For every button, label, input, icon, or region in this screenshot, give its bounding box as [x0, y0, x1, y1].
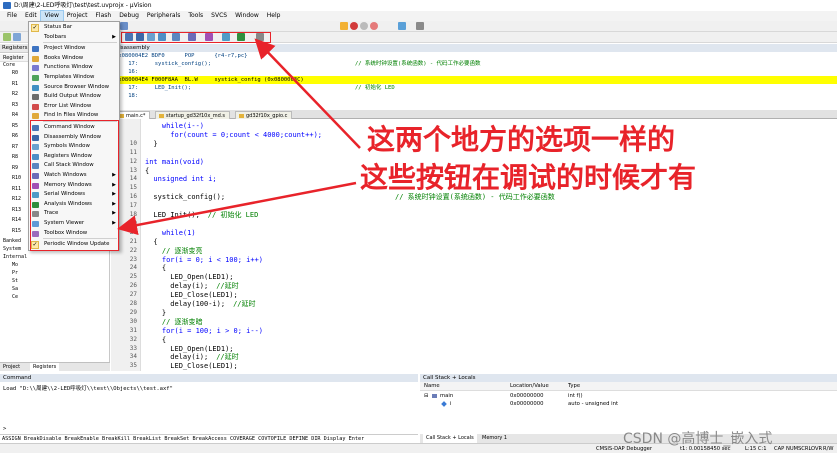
watermark: CSDN @高博士_嵌入式 [623, 431, 773, 447]
annotation-line-2: 这些按钮在调试的时候才有 [360, 161, 697, 194]
annotation-arrows [117, 38, 361, 235]
arrow-to-menu [117, 181, 357, 235]
arrow-to-toolbar [254, 38, 361, 149]
annotation-line-1: 这两个地方的选项一样的 [367, 123, 676, 156]
